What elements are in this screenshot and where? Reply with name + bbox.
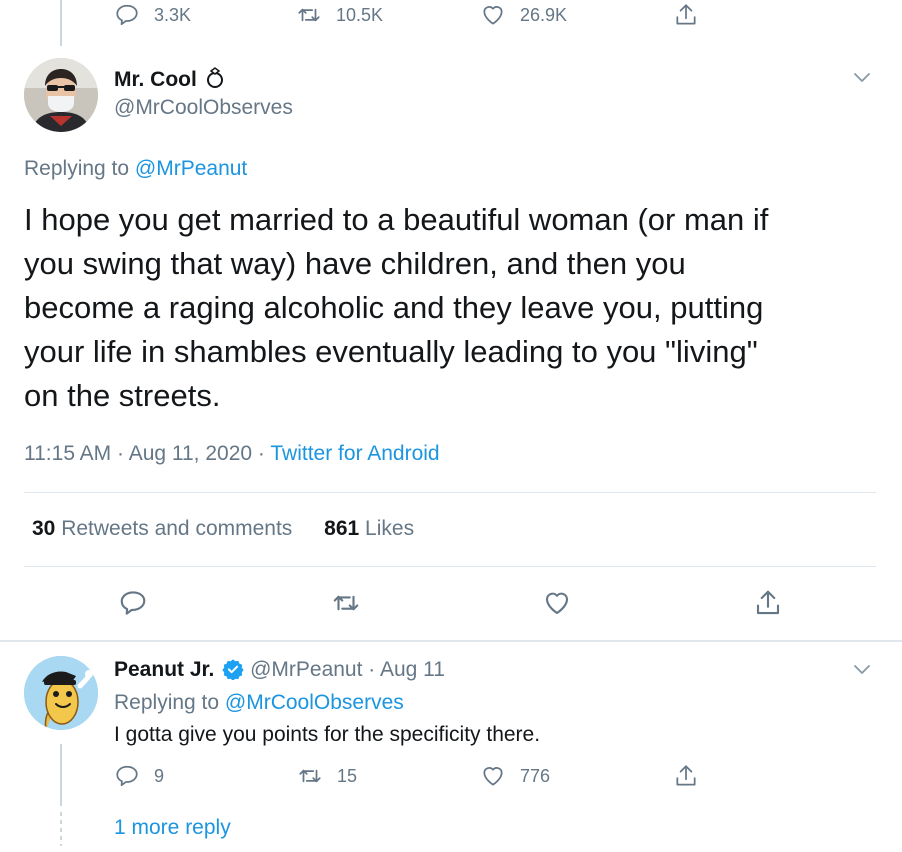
reply-retweet-button[interactable]: 15: [297, 763, 357, 789]
reply-author-name[interactable]: Peanut Jr.: [114, 658, 214, 681]
verified-badge-icon: [222, 659, 244, 681]
main-replying-prefix: Replying to: [24, 157, 130, 180]
prev-retweet-button[interactable]: 10.5K: [296, 2, 383, 28]
reply-share-button[interactable]: [673, 763, 699, 789]
meta-dot-1: ·: [117, 442, 129, 465]
chevron-down-icon: [854, 73, 870, 82]
reply-icon: [116, 765, 138, 787]
retweet-icon: [299, 769, 321, 783]
main-tweet-time[interactable]: 11:15 AM: [24, 442, 111, 465]
divider-stats: [24, 566, 876, 567]
prev-share-button[interactable]: [673, 2, 699, 28]
retweets-count: 30: [32, 517, 56, 540]
prev-like-button[interactable]: 26.9K: [480, 2, 567, 28]
reply-replying-to: Replying to @MrCoolObserves: [114, 691, 404, 715]
thread-line-reply: [60, 744, 62, 806]
retweet-icon: [298, 8, 320, 22]
prev-like-count: 26.9K: [520, 4, 568, 25]
retweets-stat[interactable]: 30 Retweets and comments: [32, 517, 298, 540]
reply-dot: ·: [368, 658, 380, 681]
main-tweet-line-3: become a raging alcoholic and they leave…: [24, 290, 764, 325]
ring-emoji-icon: [206, 67, 223, 88]
reply-icon: [120, 591, 146, 615]
main-tweet-menu-chevron[interactable]: [850, 65, 874, 89]
reply-reply-button[interactable]: 9: [114, 763, 164, 789]
reply-retweet-count: 15: [337, 765, 358, 786]
avatar-image: [24, 656, 98, 730]
likes-stat[interactable]: 861 Likes: [324, 517, 414, 540]
main-author-handle[interactable]: @MrCoolObserves: [114, 96, 293, 120]
prev-reply-button[interactable]: 3.3K: [114, 2, 191, 28]
reply-like-count: 776: [520, 765, 551, 786]
likes-label: Likes: [365, 517, 415, 540]
prev-retweet-count: 10.5K: [336, 4, 384, 25]
main-replying-to: Replying to @MrPeanut: [24, 157, 247, 181]
more-replies-link[interactable]: 1 more reply: [114, 816, 231, 840]
avatar-mr-cool[interactable]: [24, 58, 98, 132]
reply-icon: [116, 4, 138, 26]
retweet-icon: [333, 595, 359, 611]
reply-date[interactable]: Aug 11: [380, 658, 445, 681]
share-icon: [676, 765, 696, 786]
main-tweet-line-2: you swing that way) have children, and t…: [24, 246, 686, 281]
main-replying-link[interactable]: @MrPeanut: [135, 157, 247, 180]
main-tweet-stats: 30 Retweets and comments 861 Likes: [32, 517, 414, 541]
retweets-label: Retweets and comments: [61, 517, 293, 540]
main-like-button[interactable]: [542, 588, 572, 618]
reply-like-button[interactable]: 776: [480, 763, 550, 789]
reply-tweet-menu-chevron[interactable]: [850, 657, 874, 681]
divider-main-end: [0, 640, 902, 642]
main-tweet-line-1: I hope you get married to a beautiful wo…: [24, 202, 769, 237]
divider-meta: [24, 492, 876, 493]
main-author-name[interactable]: Mr. Cool: [114, 67, 225, 92]
share-icon: [676, 4, 696, 25]
main-tweet-source[interactable]: Twitter for Android: [270, 442, 439, 465]
reply-tweet-text: I gotta give you points for the specific…: [114, 723, 541, 746]
main-author-name-text: Mr. Cool: [114, 68, 197, 91]
reply-replying-prefix: Replying to: [114, 691, 220, 714]
meta-dot-2: ·: [257, 442, 271, 465]
reply-header: Peanut Jr. @MrPeanut · Aug 11: [114, 658, 445, 682]
share-icon: [756, 590, 780, 615]
heart-icon: [545, 592, 569, 615]
heart-icon: [483, 767, 503, 786]
heart-icon: [483, 6, 503, 25]
reply-reply-count: 9: [154, 765, 165, 786]
main-tweet-date[interactable]: Aug 11, 2020: [129, 442, 252, 465]
prev-reply-count: 3.3K: [154, 4, 192, 25]
chevron-down-icon: [854, 665, 870, 674]
reply-author-handle[interactable]: @MrPeanut: [250, 658, 362, 681]
main-tweet-text: I hope you get married to a beautiful wo…: [24, 198, 874, 418]
likes-count: 861: [324, 517, 360, 540]
main-reply-button[interactable]: [118, 588, 148, 618]
main-tweet-line-5: on the streets.: [24, 378, 221, 413]
main-retweet-button[interactable]: [331, 588, 361, 618]
thread-dots: [60, 812, 62, 846]
reply-replying-link[interactable]: @MrCoolObserves: [225, 691, 404, 714]
avatar-peanut-jr[interactable]: [24, 656, 98, 730]
avatar-image: [24, 58, 98, 132]
main-tweet-meta: 11:15 AM · Aug 11, 2020 · Twitter for An…: [24, 442, 440, 466]
main-tweet-line-4: your life in shambles eventually leading…: [24, 334, 758, 369]
main-share-button[interactable]: [753, 588, 783, 618]
thread-line-top: [60, 0, 62, 46]
